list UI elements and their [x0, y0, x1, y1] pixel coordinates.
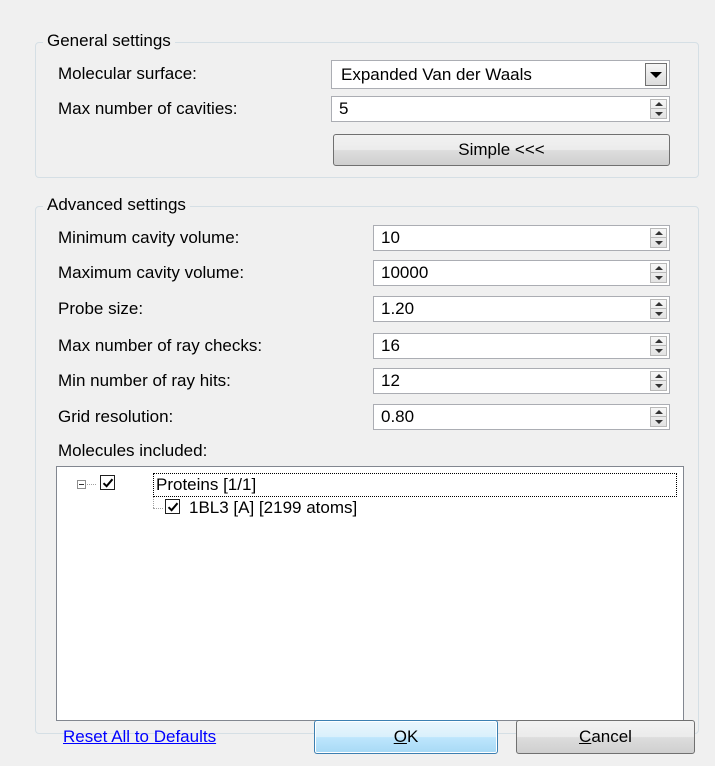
arrow-down-icon	[654, 111, 663, 116]
chevron-down-icon	[650, 71, 662, 78]
probe-size-label: Probe size:	[58, 299, 144, 318]
grid-resolution-label: Grid resolution:	[58, 407, 174, 426]
spin-buttons	[650, 371, 667, 391]
spin-buttons	[650, 228, 667, 248]
max-cavity-volume-label: Maximum cavity volume:	[58, 263, 245, 282]
arrow-up-icon	[654, 339, 663, 343]
dropdown-arrow-button[interactable]	[645, 63, 667, 86]
max-cavity-volume-stepper[interactable]	[373, 260, 670, 286]
max-cavities-input[interactable]	[332, 97, 643, 121]
max-ray-checks-label: Max number of ray checks:	[58, 336, 263, 355]
spin-up-button[interactable]	[651, 100, 666, 109]
checkmark-icon	[102, 478, 114, 488]
reset-defaults-link[interactable]: Reset All to Defaults	[63, 727, 216, 747]
spin-up-button[interactable]	[651, 229, 666, 238]
spin-buttons	[650, 336, 667, 356]
tree-connector	[153, 508, 163, 509]
tree-connector	[87, 484, 96, 485]
spin-down-button[interactable]	[651, 273, 666, 282]
probe-size-input[interactable]	[374, 297, 643, 321]
tree-connector	[153, 497, 154, 508]
molecular-surface-value: Expanded Van der Waals	[341, 65, 532, 84]
spin-down-button[interactable]	[651, 346, 666, 355]
tree-item-1bl3[interactable]: 1BL3 [A] [2199 atoms]	[187, 497, 359, 519]
molecules-tree[interactable]: Proteins [1/1] 1BL3 [A] [2199 atoms]	[56, 466, 684, 721]
cancel-button-label: Cancel	[579, 727, 632, 746]
ok-button[interactable]: OK	[314, 720, 498, 754]
grid-resolution-input[interactable]	[374, 405, 643, 429]
spin-down-button[interactable]	[651, 238, 666, 247]
arrow-up-icon	[654, 374, 663, 378]
arrow-up-icon	[654, 302, 663, 306]
spin-down-button[interactable]	[651, 109, 666, 118]
spin-up-button[interactable]	[651, 300, 666, 309]
molecular-surface-label: Molecular surface:	[58, 64, 197, 83]
min-cavity-volume-input[interactable]	[374, 226, 643, 250]
1bl3-checkbox[interactable]	[165, 499, 180, 514]
advanced-settings-title: Advanced settings	[43, 194, 190, 216]
arrow-up-icon	[654, 102, 663, 106]
molecular-surface-dropdown[interactable]: Expanded Van der Waals	[331, 60, 670, 89]
arrow-down-icon	[654, 348, 663, 353]
collapse-icon[interactable]	[77, 480, 86, 489]
general-settings-title: General settings	[43, 30, 175, 52]
simple-toggle-button[interactable]: Simple <<<	[333, 134, 670, 166]
max-ray-checks-input[interactable]	[374, 334, 643, 358]
arrow-up-icon	[654, 231, 663, 235]
ok-button-label: OK	[393, 727, 419, 746]
arrow-down-icon	[654, 419, 663, 424]
arrow-down-icon	[654, 311, 663, 316]
spin-down-button[interactable]	[651, 381, 666, 390]
arrow-up-icon	[654, 410, 663, 414]
min-cavity-volume-stepper[interactable]	[373, 225, 670, 251]
cancel-button[interactable]: Cancel	[516, 720, 695, 754]
probe-size-stepper[interactable]	[373, 296, 670, 322]
arrow-down-icon	[654, 275, 663, 280]
min-ray-hits-stepper[interactable]	[373, 368, 670, 394]
spin-down-button[interactable]	[651, 417, 666, 426]
max-cavities-label: Max number of cavities:	[58, 99, 238, 118]
proteins-checkbox[interactable]	[100, 475, 115, 490]
max-ray-checks-stepper[interactable]	[373, 333, 670, 359]
grid-resolution-stepper[interactable]	[373, 404, 670, 430]
max-cavities-stepper[interactable]	[331, 96, 670, 122]
min-ray-hits-label: Min number of ray hits:	[58, 371, 231, 390]
spin-buttons	[650, 99, 667, 119]
arrow-down-icon	[654, 240, 663, 245]
arrow-up-icon	[654, 266, 663, 270]
min-cavity-volume-label: Minimum cavity volume:	[58, 228, 240, 247]
spin-buttons	[650, 299, 667, 319]
spin-buttons	[650, 407, 667, 427]
tree-item-proteins[interactable]: Proteins [1/1]	[153, 473, 677, 497]
max-cavity-volume-input[interactable]	[374, 261, 643, 285]
spin-up-button[interactable]	[651, 372, 666, 381]
arrow-down-icon	[654, 383, 663, 388]
min-ray-hits-input[interactable]	[374, 369, 643, 393]
molecules-included-label: Molecules included:	[58, 441, 208, 460]
checkmark-icon	[167, 502, 179, 512]
spin-down-button[interactable]	[651, 309, 666, 318]
spin-up-button[interactable]	[651, 408, 666, 417]
spin-up-button[interactable]	[651, 264, 666, 273]
spin-up-button[interactable]	[651, 337, 666, 346]
spin-buttons	[650, 263, 667, 283]
